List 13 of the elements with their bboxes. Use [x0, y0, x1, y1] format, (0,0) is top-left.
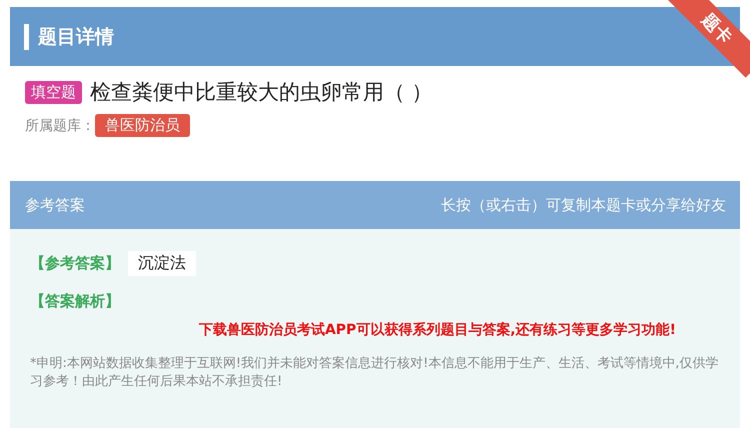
question-type-tag: 填空题 — [25, 80, 82, 104]
page-title: 题目详情 — [38, 24, 114, 50]
answer-title: 参考答案 — [25, 196, 85, 214]
promo-text: 下载兽医防治员考试APP可以获得系列题目与答案,还有练习等更多学习功能! — [198, 321, 677, 339]
question-text: 检查粪便中比重较大的虫卵常用（ ） — [90, 79, 433, 106]
accent-bar — [24, 24, 29, 50]
copy-hint: 长按（或右击）可复制本题卡或分享给好友 — [441, 196, 726, 214]
library-label: 所属题库： — [25, 116, 95, 134]
disclaimer-text: *申明:本网站数据收集整理于互联网!我们并未能对答案信息进行核对!本信息不能用于生产、生活、考试等情境中,仅供学习参考！由此产生任何后果本站不承担责任! — [30, 355, 720, 391]
library-tag[interactable]: 兽医防治员 — [95, 114, 190, 137]
answer-label: 【参考答案】 — [30, 254, 120, 273]
answer-text: 沉淀法 — [128, 251, 196, 276]
analysis-label: 【答案解析】 — [30, 292, 121, 311]
